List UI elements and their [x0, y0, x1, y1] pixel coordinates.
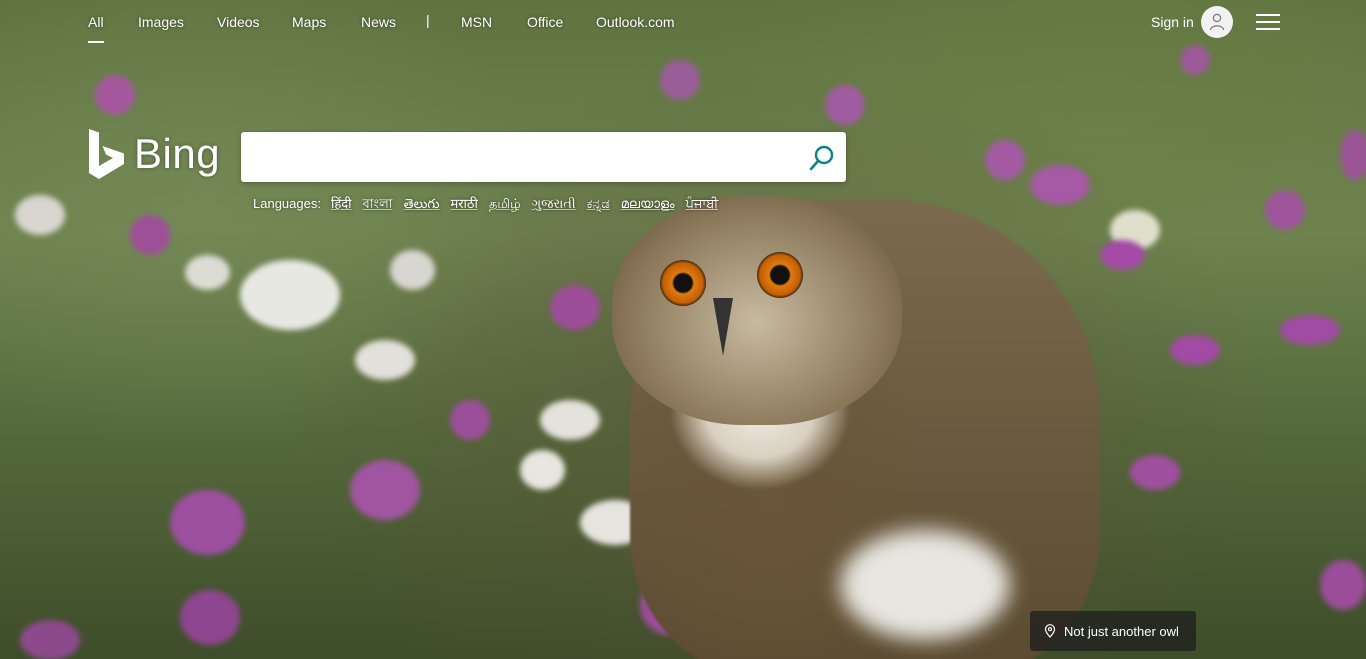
- language-hindi[interactable]: हिंदी: [331, 194, 352, 212]
- nav-outlook[interactable]: Outlook.com: [596, 14, 675, 30]
- nav-msn[interactable]: MSN: [461, 14, 492, 30]
- language-gujarati[interactable]: ગુજરાતી: [532, 196, 576, 212]
- language-bangla[interactable]: বাংলা: [363, 195, 393, 216]
- language-kannada[interactable]: ಕನ್ನಡ: [587, 196, 610, 212]
- nav-all[interactable]: All: [88, 14, 104, 43]
- sign-in-link[interactable]: Sign in: [1151, 14, 1194, 30]
- user-avatar[interactable]: [1201, 6, 1233, 38]
- owl-eye-right: [757, 252, 803, 298]
- nav-images[interactable]: Images: [138, 14, 184, 30]
- bing-logo-text: Bing: [134, 130, 221, 177]
- user-icon: [1209, 13, 1225, 31]
- search-input[interactable]: [241, 132, 823, 182]
- language-telugu[interactable]: తెలుగు: [404, 196, 440, 215]
- nav-office[interactable]: Office: [527, 14, 563, 30]
- nav-maps[interactable]: Maps: [292, 14, 326, 30]
- bing-logo-icon: [89, 129, 124, 179]
- image-caption-text: Not just another owl: [1064, 623, 1179, 639]
- nav-videos[interactable]: Videos: [217, 14, 260, 30]
- search-box: [241, 132, 846, 182]
- owl-head: [612, 195, 902, 425]
- owl-beak: [713, 298, 733, 356]
- languages-bar: Languages: हिंदी বাংলা తెలుగు मराठी தமிழ…: [253, 194, 729, 216]
- top-navigation: All Images Videos Maps News | MSN Office…: [0, 0, 1366, 44]
- language-tamil[interactable]: தமிழ்: [489, 196, 521, 213]
- nav-separator: |: [426, 12, 430, 28]
- bing-logo[interactable]: Bing: [88, 128, 220, 180]
- language-punjabi[interactable]: ਪੰਜਾਬੀ: [686, 196, 719, 212]
- owl-eye-left: [660, 260, 706, 306]
- image-caption-button[interactable]: Not just another owl: [1030, 611, 1196, 651]
- menu-icon[interactable]: [1256, 14, 1280, 32]
- language-marathi[interactable]: मराठी: [450, 194, 477, 212]
- nav-news[interactable]: News: [361, 14, 396, 30]
- background-image: [0, 0, 1366, 659]
- language-malayalam[interactable]: മലയാളം: [621, 196, 675, 212]
- languages-label: Languages:: [253, 196, 321, 211]
- location-pin-icon: [1044, 624, 1056, 638]
- search-icon[interactable]: [808, 144, 836, 172]
